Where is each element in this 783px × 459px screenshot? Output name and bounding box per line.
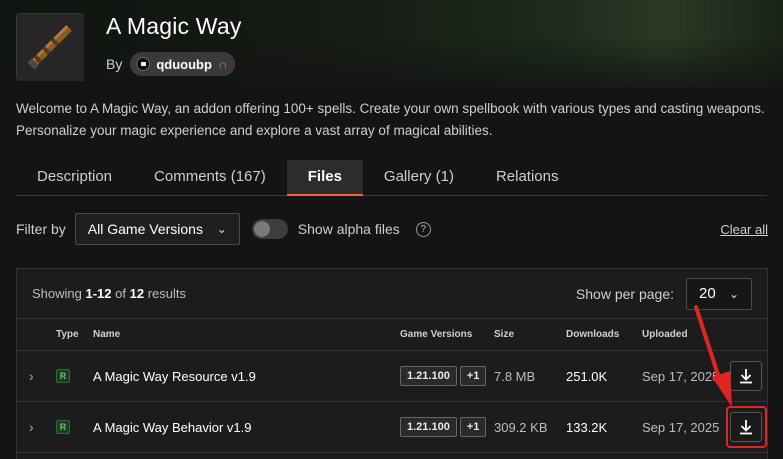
header-downloads: Downloads — [566, 329, 620, 340]
header-name: Name — [93, 329, 121, 340]
results-range: 1-12 — [85, 286, 112, 301]
file-size: 309.2 KB — [494, 419, 548, 435]
project-avatar — [16, 13, 84, 81]
alpha-files-label: Show alpha files — [297, 221, 400, 237]
download-icon — [740, 369, 752, 384]
header-uploaded: Uploaded — [642, 329, 688, 340]
results-of: of — [115, 286, 126, 301]
release-type-badge: R — [56, 420, 70, 434]
chevron-down-icon: ⌄ — [216, 222, 227, 236]
clear-all-link[interactable]: Clear all — [720, 222, 768, 237]
game-version-select[interactable]: All Game Versions ⌄ — [74, 213, 240, 245]
author-name[interactable]: qduoubp — [156, 57, 212, 72]
author-avatar-icon — [136, 57, 151, 71]
table-row[interactable]: › R A Magic Way Behavior v1.9 1.21.100 +1… — [17, 402, 767, 453]
filter-bar: Filter by All Game Versions ⌄ Show alpha… — [16, 213, 768, 245]
release-type-badge: R — [56, 369, 70, 383]
author-row: By qduoubp ∩ — [106, 52, 236, 76]
author-chip[interactable]: qduoubp ∩ — [130, 52, 236, 76]
per-page-label: Show per page: — [575, 285, 674, 302]
wand-icon — [17, 14, 84, 81]
horseshoe-icon: ∩ — [217, 56, 228, 72]
results-toolbar: Showing 1-12 of 12 results Show per page… — [17, 269, 767, 319]
chevron-right-icon[interactable]: › — [29, 419, 34, 435]
file-name[interactable]: A Magic Way Behavior v1.9 — [93, 420, 251, 435]
project-tabs: Description Comments (167) Files Gallery… — [16, 160, 767, 196]
annotation-arrow-icon — [694, 305, 732, 407]
header-type: Type — [56, 329, 79, 340]
table-header: Type Name Game Versions Size Downloads U… — [17, 319, 767, 351]
version-chip: 1.21.100 — [400, 366, 457, 386]
extra-versions-chip[interactable]: +1 — [459, 366, 487, 386]
extra-versions-chip[interactable]: +1 — [459, 417, 487, 437]
by-label: By — [106, 56, 123, 72]
tab-description[interactable]: Description — [16, 160, 133, 196]
filter-by-label: Filter by — [16, 221, 66, 237]
download-count: 133.2K — [566, 419, 608, 435]
results-suffix: results — [147, 286, 187, 301]
version-chip: 1.21.100 — [400, 417, 457, 437]
tab-comments[interactable]: Comments (167) — [133, 160, 287, 196]
upload-date: Sep 17, 2025 — [642, 419, 720, 435]
help-icon[interactable]: ? — [415, 221, 431, 237]
showing-prefix: Showing — [32, 286, 82, 301]
download-count: 251.0K — [566, 368, 608, 384]
file-name[interactable]: A Magic Way Resource v1.9 — [93, 369, 256, 384]
alpha-files-toggle[interactable] — [251, 219, 288, 239]
game-versions-cell: 1.21.100 +1 — [400, 417, 489, 437]
chevron-right-icon[interactable]: › — [29, 368, 34, 384]
table-row[interactable]: › R A Magic Way Resource v1.9 1.21.100 +1… — [17, 351, 767, 402]
file-size: 7.8 MB — [494, 368, 536, 384]
game-version-value: All Game Versions — [87, 221, 203, 237]
results-total: 12 — [129, 286, 145, 301]
header-size: Size — [494, 329, 515, 340]
project-title: A Magic Way — [106, 13, 242, 39]
tab-gallery[interactable]: Gallery (1) — [363, 160, 475, 196]
game-versions-cell: 1.21.100 +1 — [400, 366, 489, 386]
results-count: Showing 1-12 of 12 results — [32, 286, 186, 301]
tab-relations[interactable]: Relations — [475, 160, 580, 196]
files-panel: Showing 1-12 of 12 results Show per page… — [16, 268, 768, 459]
project-summary: Welcome to A Magic Way, an addon offerin… — [16, 101, 765, 138]
tab-files[interactable]: Files — [286, 160, 363, 196]
header-game-versions: Game Versions — [400, 329, 473, 340]
per-page-value: 20 — [699, 285, 716, 302]
chevron-down-icon: ⌄ — [728, 286, 739, 301]
